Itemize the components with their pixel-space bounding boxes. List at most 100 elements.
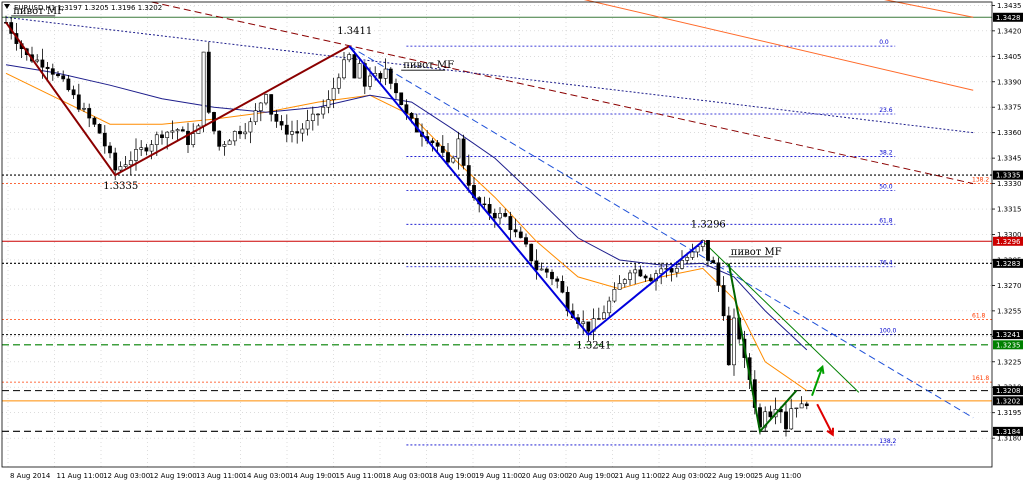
candle-body <box>456 138 461 159</box>
candle-body <box>596 318 601 320</box>
candle-body <box>269 94 274 115</box>
candle-body <box>71 89 76 96</box>
candle-body <box>726 315 731 366</box>
candle-body <box>92 117 97 125</box>
candle-body <box>607 300 612 314</box>
candle-body <box>45 66 50 69</box>
price-badge-label: 1.3202 <box>996 397 1021 405</box>
candle-body <box>529 243 534 262</box>
candle-body <box>602 312 606 319</box>
candle-body <box>383 68 388 79</box>
candle-body <box>799 403 804 409</box>
y-tick-label: 1.3345 <box>997 155 1022 163</box>
candle-body <box>804 403 809 407</box>
candle-body <box>628 272 632 280</box>
candle-body <box>633 269 638 274</box>
candle-body <box>102 132 107 147</box>
x-tick-label: 14 Aug 19:00 <box>289 472 336 480</box>
candle-body <box>503 213 508 217</box>
x-tick-label: 22 Aug 19:00 <box>708 472 755 480</box>
candle-body <box>378 73 383 79</box>
candle-body <box>669 268 674 273</box>
candle-body <box>430 140 435 144</box>
price-badge-label: 1.3296 <box>996 238 1021 246</box>
price-badge-label: 1.3208 <box>996 387 1021 395</box>
candle-body <box>513 229 518 233</box>
candle-body <box>581 321 586 324</box>
candle-body <box>305 120 310 130</box>
x-tick-label: 12 Aug 19:00 <box>150 472 197 480</box>
y-tick-label: 1.3330 <box>997 180 1022 188</box>
candle-body <box>274 114 279 122</box>
y-tick-label: 1.3435 <box>997 2 1022 10</box>
price-badge-label: 1.3235 <box>996 341 1021 349</box>
candle-body <box>336 77 341 89</box>
candle-body <box>97 124 102 134</box>
chart-header: EURUSD,H1 1.3197 1.3205 1.3196 1.3202 <box>14 4 162 12</box>
candle-body <box>492 212 497 219</box>
candle-body <box>732 317 736 366</box>
candle-body <box>789 408 794 430</box>
candle-body <box>326 99 331 108</box>
fib-level-label: 38.2 <box>879 149 893 156</box>
y-tick-label: 1.3315 <box>997 206 1022 214</box>
candle-body <box>711 260 716 264</box>
candle-body <box>310 113 315 121</box>
candle-body <box>706 240 710 261</box>
candle-body <box>295 131 300 134</box>
x-tick-label: 20 Aug 19:00 <box>568 472 615 480</box>
candle-body <box>518 231 523 238</box>
price-chart[interactable]: 0.0 23.6 38.2 50.0 61.8 76.4 100.0 138.2 138.2 61… <box>0 0 1024 482</box>
candle-body <box>446 152 450 163</box>
y-tick-label: 1.3390 <box>997 78 1022 86</box>
candle-body <box>118 166 123 171</box>
y-tick-label: 1.3420 <box>997 27 1022 35</box>
chart-title: EURUSD,H1 1.3197 1.3205 1.3196 1.3202 <box>14 4 162 12</box>
price-annotation: 1.3335 <box>103 181 138 192</box>
candle-body <box>685 257 690 261</box>
candle-body <box>347 54 352 61</box>
candle-body <box>175 129 180 132</box>
x-tick-label: 25 Aug 11:00 <box>754 472 801 480</box>
price-badge-label: 1.3428 <box>996 14 1021 22</box>
candle-body <box>227 140 232 145</box>
y-tick-label: 1.3270 <box>997 282 1022 290</box>
candle-body <box>191 133 196 145</box>
candle-body <box>440 146 445 153</box>
price-annotation: 1.3411 <box>337 26 372 37</box>
candle-body <box>680 260 684 269</box>
candle-body <box>555 278 560 282</box>
x-tick-label: 18 Aug 19:00 <box>429 472 476 480</box>
candle-body <box>160 134 164 138</box>
candle-body <box>243 131 248 135</box>
extension-level-label: 161.8 <box>972 375 989 382</box>
candle-body <box>253 110 258 123</box>
candle-body <box>659 268 664 274</box>
x-tick-label: 8 Aug 2014 <box>10 472 51 480</box>
candle-body <box>128 160 133 166</box>
candle-body <box>66 78 71 91</box>
chart-window[interactable]: 0.0 23.6 38.2 50.0 61.8 76.4 100.0 138.2 138.2 61… <box>0 0 1024 482</box>
price-annotation: 1.3296 <box>691 219 726 230</box>
candle-body <box>638 269 643 277</box>
candle-body <box>539 268 544 271</box>
candle-body <box>264 94 268 104</box>
candle-body <box>139 147 144 150</box>
candle-body <box>388 68 393 84</box>
candle-body <box>487 204 492 214</box>
x-tick-label: 19 Aug 11:00 <box>475 472 522 480</box>
y-tick-label: 1.3195 <box>997 409 1022 417</box>
candle-body <box>508 216 513 230</box>
x-tick-label: 18 Aug 03:00 <box>382 472 429 480</box>
y-tick-label: 1.3255 <box>997 307 1022 315</box>
pivot-label: пивот MF <box>403 60 454 71</box>
x-tick-label: 14 Aug 03:00 <box>243 472 290 480</box>
candle-body <box>50 68 55 75</box>
candle-body <box>794 407 799 410</box>
candle-body <box>123 164 128 167</box>
candle-body <box>768 411 773 418</box>
candle-body <box>466 165 471 186</box>
candle-body <box>284 124 289 135</box>
candle-body <box>690 251 695 258</box>
candle-body <box>617 283 622 290</box>
